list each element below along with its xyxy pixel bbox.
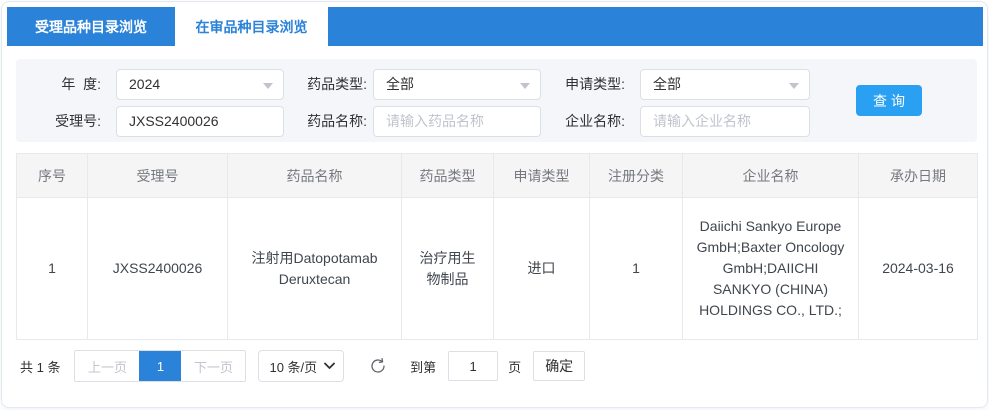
apply-type-select-value: 全部 (653, 74, 681, 94)
drug-name-field-wrap (373, 106, 541, 137)
apply-type-label: 申请类型: (541, 74, 640, 94)
cell-date: 2024-03-16 (859, 198, 978, 340)
header-date: 承办日期 (859, 154, 978, 198)
results-table: 序号 受理号 药品名称 药品类型 申请类型 注册分类 企业名称 承办日期 1 J… (16, 153, 978, 340)
year-select-value: 2024 (129, 76, 160, 92)
cell-apply-type: 进口 (494, 198, 590, 340)
acceptance-no-input[interactable] (117, 107, 283, 136)
table-row: 1 JXSS2400026 注射用Datopotamab Deruxtecan … (17, 198, 978, 340)
table-header-row: 序号 受理号 药品名称 药品类型 申请类型 注册分类 企业名称 承办日期 (17, 154, 978, 198)
pagination-bar: 共 1 条 上一页 1 下一页 10 条/页 到第 页 确定 (20, 350, 973, 382)
cell-acceptance-no: JXSS2400026 (88, 198, 228, 340)
cell-seq: 1 (17, 198, 88, 340)
total-count: 共 1 条 (20, 357, 60, 376)
cell-company: Daiichi Sankyo Europe GmbH;Baxter Oncolo… (683, 198, 859, 340)
header-acceptance-no: 受理号 (88, 154, 228, 198)
drug-type-select-value: 全部 (386, 74, 414, 94)
page-size-value: 10 条/页 (269, 357, 317, 376)
drug-type-select[interactable]: 全部 (373, 69, 541, 100)
tab-under-review-catalog[interactable]: 在审品种目录浏览 (175, 7, 328, 46)
cell-reg-class: 1 (590, 198, 683, 340)
search-button[interactable]: 查询 (856, 85, 922, 116)
page-card: 受理品种目录浏览 在审品种目录浏览 年 度: 2024 药品类型: 全部 申请类… (1, 1, 988, 408)
prev-page-button[interactable]: 上一页 (75, 351, 139, 381)
page-size-select[interactable]: 10 条/页 (258, 350, 344, 382)
apply-type-select[interactable]: 全部 (640, 69, 810, 100)
drug-name-label: 药品名称: (284, 111, 373, 131)
goto-page-label: 到第 (410, 357, 436, 376)
refresh-icon[interactable] (368, 356, 388, 376)
filter-row-2: 受理号: 药品名称: 企业名称: (16, 103, 977, 139)
company-name-field-wrap (640, 106, 810, 137)
next-page-button[interactable]: 下一页 (181, 351, 245, 381)
page-button-group: 上一页 1 下一页 (74, 350, 246, 382)
chevron-down-icon (324, 362, 335, 370)
goto-page-input[interactable] (448, 351, 498, 381)
tab-accepted-catalog[interactable]: 受理品种目录浏览 (7, 7, 175, 46)
filter-row-1: 年 度: 2024 药品类型: 全部 申请类型: 全部 (16, 66, 977, 102)
cell-drug-type: 治疗用生物制品 (402, 198, 494, 340)
goto-page-suffix: 页 (508, 357, 521, 376)
year-label: 年 度: (16, 74, 116, 94)
tab-bar: 受理品种目录浏览 在审品种目录浏览 (7, 7, 983, 46)
company-name-label: 企业名称: (541, 111, 640, 131)
page-1-button[interactable]: 1 (139, 351, 181, 381)
acceptance-no-field-wrap (116, 106, 284, 137)
header-reg-class: 注册分类 (590, 154, 683, 198)
header-drug-name: 药品名称 (228, 154, 402, 198)
year-select[interactable]: 2024 (116, 69, 284, 100)
company-name-input[interactable] (641, 107, 809, 136)
filter-panel: 年 度: 2024 药品类型: 全部 申请类型: 全部 受理号: 药品名称: (16, 59, 977, 142)
acceptance-no-label: 受理号: (16, 111, 116, 131)
header-company: 企业名称 (683, 154, 859, 198)
header-apply-type: 申请类型 (494, 154, 590, 198)
drug-name-input[interactable] (374, 107, 540, 136)
chevron-down-icon (789, 83, 799, 89)
header-drug-type: 药品类型 (402, 154, 494, 198)
header-seq: 序号 (17, 154, 88, 198)
drug-type-label: 药品类型: (284, 74, 373, 94)
cell-drug-name: 注射用Datopotamab Deruxtecan (228, 198, 402, 340)
chevron-down-icon (263, 83, 273, 89)
chevron-down-icon (520, 83, 530, 89)
confirm-button[interactable]: 确定 (533, 351, 585, 381)
